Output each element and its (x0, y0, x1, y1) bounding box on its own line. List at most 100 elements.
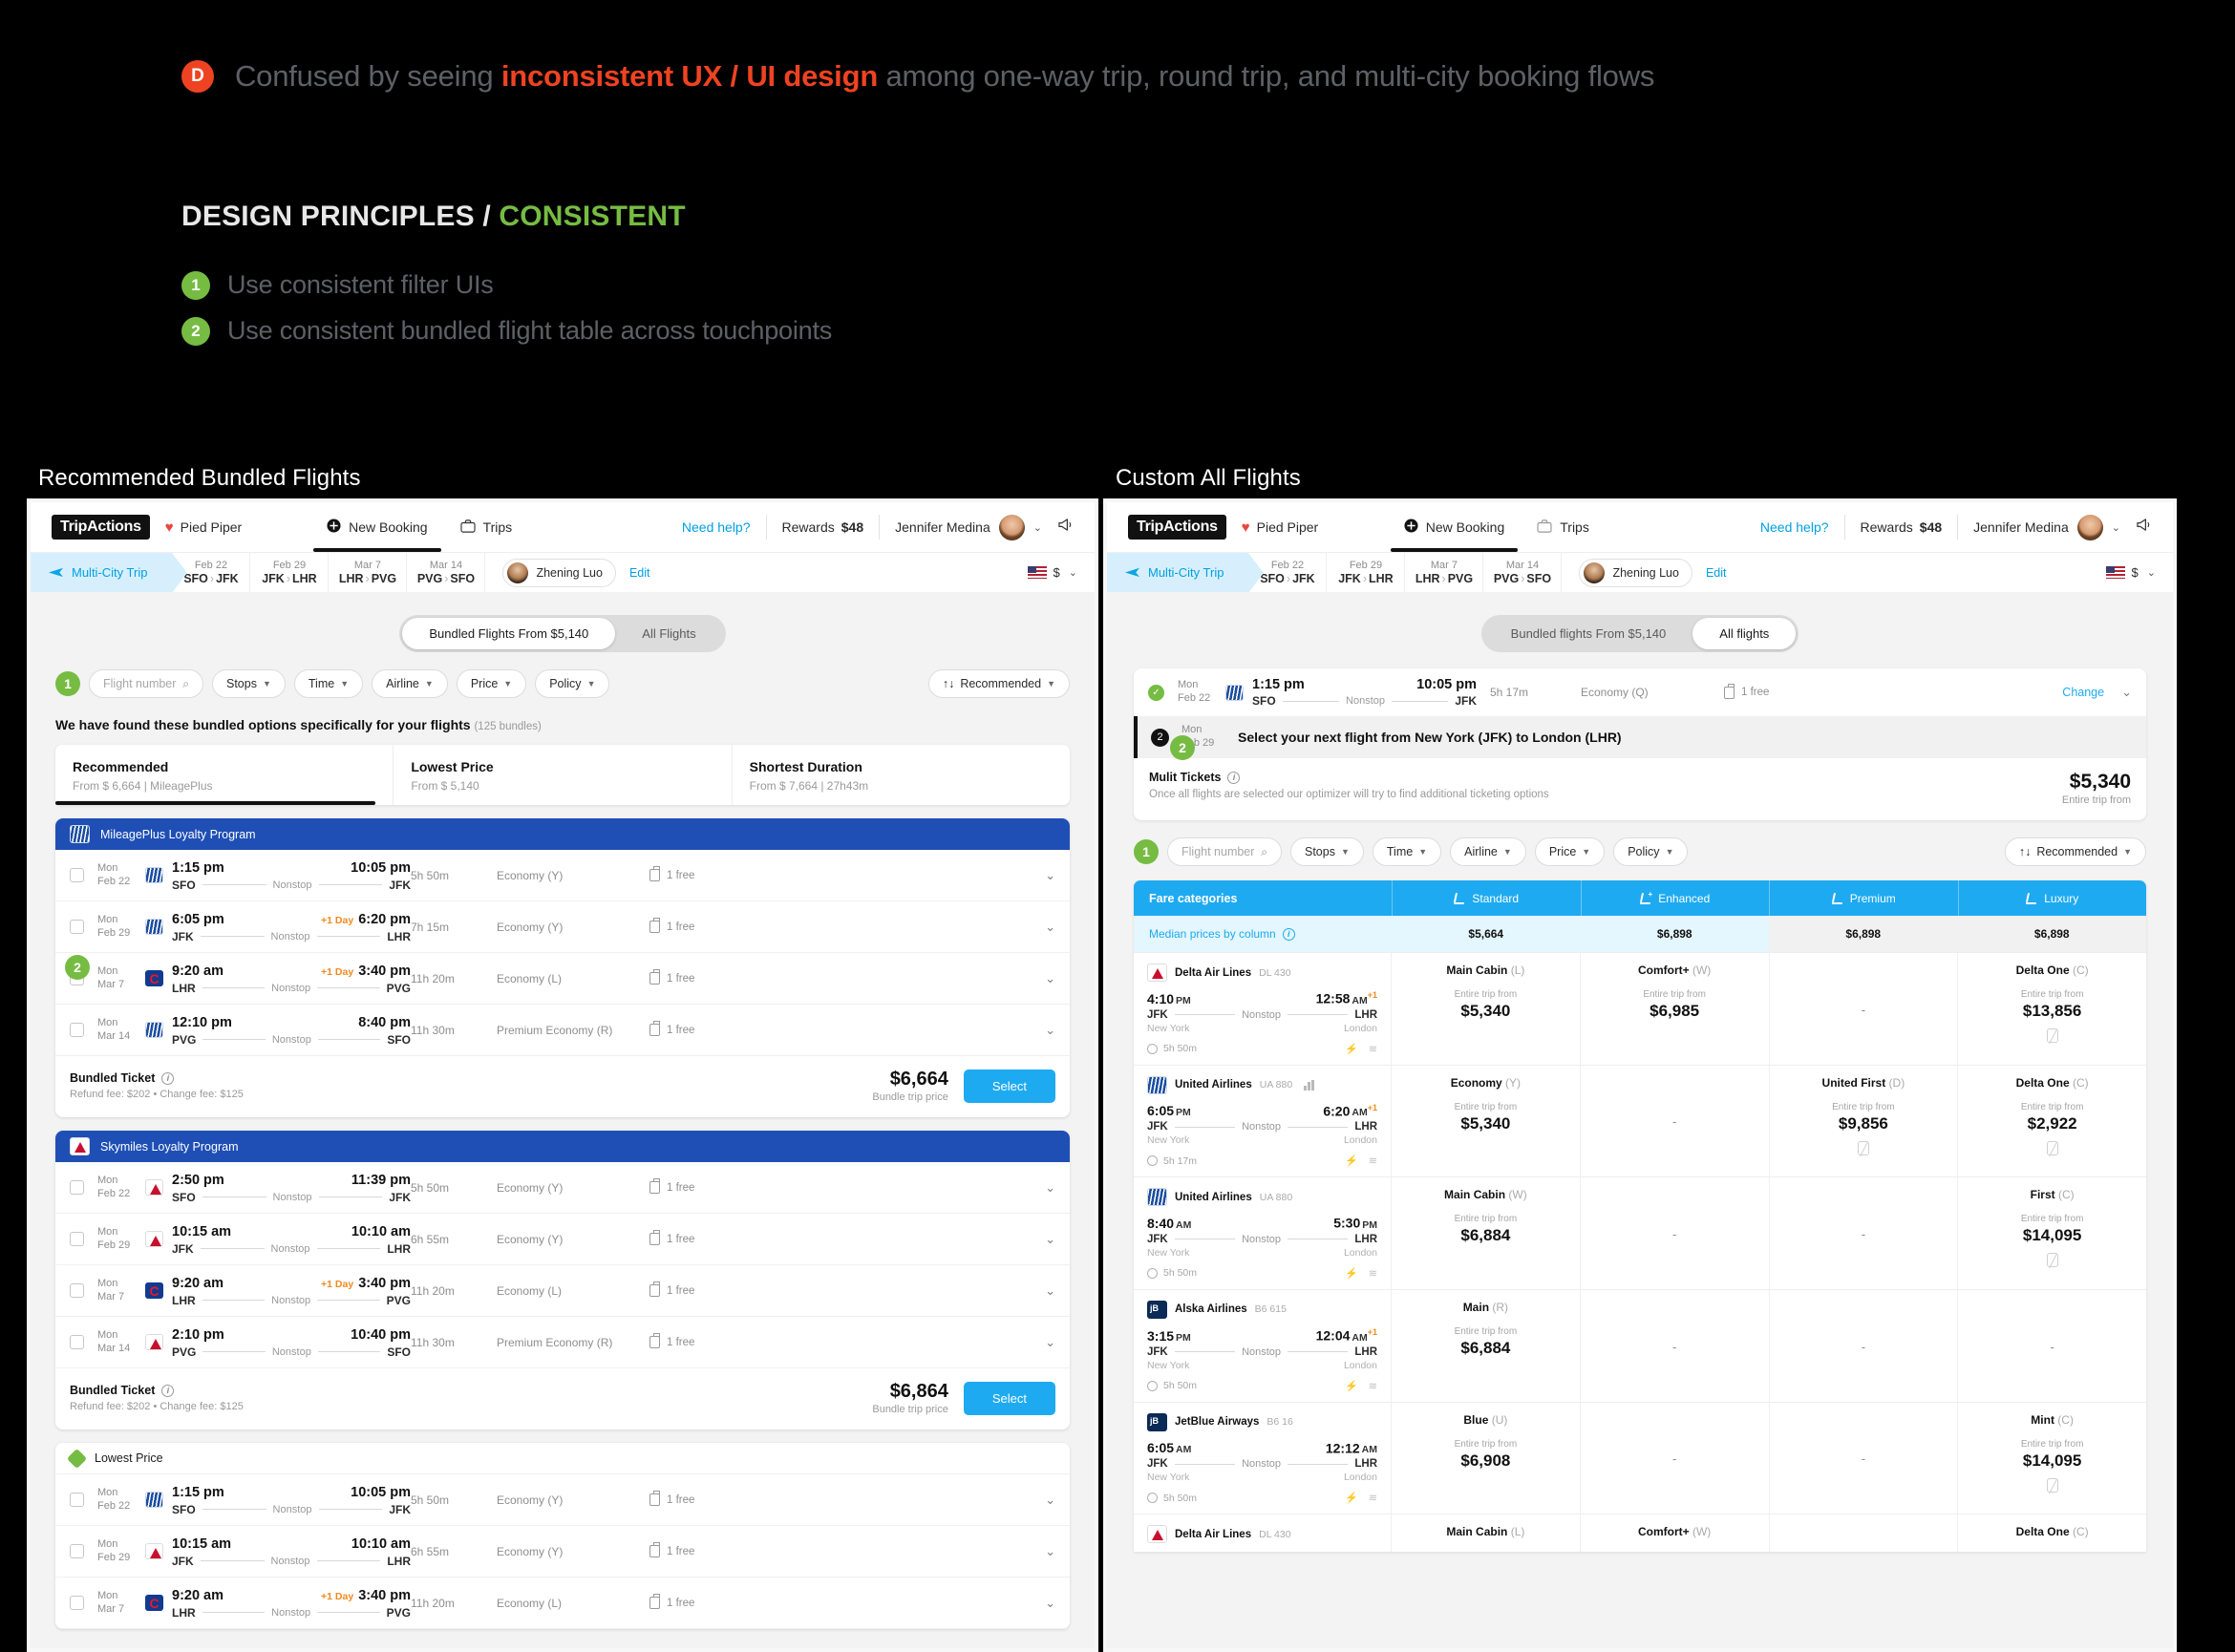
sort-dropdown-left[interactable]: ↑↓ Recommended ▼ (927, 669, 1070, 698)
flight-row[interactable]: Mon Feb 22 1:15 pm 10:05 pm SFO Nonstop JFK … (55, 1474, 1070, 1526)
fare-table-row[interactable]: Delta Air Lines DL 430 4:10 PM 12:58 AM+1 JF… (1134, 952, 2146, 1065)
flight-row-checkbox[interactable] (70, 920, 84, 934)
currency-selector[interactable]: $ ⌄ (1027, 565, 1095, 580)
expand-chevron-down-icon[interactable]: ⌄ (1045, 1544, 1055, 1559)
expand-chevron-down-icon[interactable]: ⌄ (1045, 1180, 1055, 1196)
trip-leg-2[interactable]: Feb 29 JFK › LHR (1327, 553, 1406, 592)
fare-cell[interactable]: Delta One (C) Entire trip from $2,922 (1958, 1066, 2146, 1177)
filter-airline-left[interactable]: Airline ▼ (372, 669, 448, 698)
fare-cell[interactable]: Main (R) Entire trip from $6,884 (1392, 1289, 1581, 1402)
flight-row[interactable]: Mon Feb 29 10:15 am 10:10 am JFK Nonstop LHR… (55, 1214, 1070, 1265)
edit-traveler-link[interactable]: Edit (629, 566, 650, 580)
expand-chevron-down-icon[interactable]: ⌄ (1045, 1232, 1055, 1247)
flight-row[interactable]: Mon Feb 29 6:05 pm +1 Day 6:20 pm JFK Nonsto… (55, 901, 1070, 953)
sort-dropdown-right[interactable]: ↑↓ Recommended ▼ (2004, 837, 2146, 866)
filter-price-right[interactable]: Price ▼ (1534, 837, 1606, 866)
search-input-right[interactable]: Flight number ⌕ (1167, 837, 1282, 866)
tab-bundled-flights[interactable]: Bundled flights From $5,140 (1484, 618, 1693, 649)
fare-table-row[interactable]: United Airlines UA 880 6:05 PM 6:20 AM+1 JFK… (1134, 1064, 2146, 1177)
flight-row[interactable]: MonMar 7 9:20 am +1 Day 3:40 pm LHR Nonstop… (55, 1578, 1070, 1629)
avatar[interactable] (2076, 514, 2103, 540)
filter-airline-right[interactable]: Airline ▼ (1450, 837, 1526, 866)
fare-column-luxury[interactable]: Luxury (1957, 880, 2147, 916)
flight-row[interactable]: Mon Feb 22 2:50 pm 11:39 pm SFO Nonstop JFK … (55, 1162, 1070, 1214)
fare-cell[interactable]: Comfort+ (W) (1581, 1514, 1770, 1553)
flight-row[interactable]: Mon Mar 14 2:10 pm 10:40 pm PVG Nonstop SFO … (55, 1317, 1070, 1368)
bundle-card-skymiles[interactable]: Skymiles Loyalty Program Mon Feb 22 2:50 … (55, 1131, 1070, 1430)
select-button[interactable]: Select (963, 1381, 1055, 1415)
flight-row-checkbox[interactable] (70, 1023, 84, 1037)
trip-type-tag[interactable]: Multi-City Trip (31, 553, 188, 593)
trip-leg-2[interactable]: Feb 29 JFK › LHR (250, 553, 330, 592)
trip-leg-3[interactable]: Mar 7 LHR › PVG (1405, 553, 1484, 592)
fare-table-row[interactable]: JetBlue AirwaysB6 16 6:05AM12:12AM JFKNo… (1134, 1401, 2146, 1514)
flight-row-checkbox[interactable] (70, 1596, 84, 1610)
fare-cell[interactable]: Delta One (C) (1958, 1514, 2146, 1552)
flight-row-checkbox[interactable] (70, 1335, 84, 1349)
edit-traveler-link[interactable]: Edit (1706, 566, 1727, 580)
need-help-link[interactable]: Need help? (1760, 519, 1829, 535)
flight-row-checkbox[interactable] (70, 868, 84, 882)
filter-time-right[interactable]: Time ▼ (1372, 837, 1442, 866)
expand-chevron-down-icon[interactable]: ⌄ (1045, 1335, 1055, 1350)
expand-chevron-down-icon[interactable]: ⌄ (2121, 685, 2132, 700)
change-flight-link[interactable]: Change (2062, 686, 2104, 699)
tab-all-flights[interactable]: All flights (1692, 618, 1797, 649)
bundle-card-lowest-price[interactable]: Lowest Price Mon Feb 22 1:15 pm 10:05 pm S… (55, 1443, 1070, 1629)
tab-all-flights[interactable]: All Flights (615, 618, 722, 649)
search-input-left[interactable]: Flight number ⌕ (89, 669, 203, 698)
tripactions-logo[interactable]: TripActions (52, 515, 150, 540)
nav-new-booking[interactable]: New Booking (313, 502, 441, 552)
fare-cell[interactable]: Delta One (C) Entire trip from $13,856 (1958, 953, 2146, 1065)
trip-leg-3[interactable]: Mar 7 LHR › PVG (329, 553, 408, 592)
nav-trips[interactable]: Trips (460, 502, 512, 552)
avatar[interactable] (998, 514, 1025, 540)
flight-row-checkbox[interactable] (70, 1180, 84, 1195)
nav-new-booking[interactable]: New Booking (1390, 502, 1518, 552)
filter-time-left[interactable]: Time ▼ (293, 669, 364, 698)
filter-price-left[interactable]: Price ▼ (456, 669, 527, 698)
fare-cell[interactable]: First (C) Entire trip from $14,095 (1958, 1177, 2146, 1289)
flight-row-checkbox[interactable] (70, 1283, 84, 1298)
traveler-chip[interactable]: Zhening Luo (1579, 558, 1692, 587)
fare-cell[interactable]: Blue (U) Entire trip from $6,908 (1392, 1402, 1581, 1514)
fare-table-row[interactable]: United Airlines UA 880 8:40 AM 5:30 PM JFK No… (1134, 1176, 2146, 1289)
expand-chevron-down-icon[interactable]: ⌄ (1045, 868, 1055, 883)
sort-option-shortest-duration[interactable]: Shortest Duration From $ 7,664 | 27h43m (731, 745, 1070, 805)
filter-policy-right[interactable]: Policy ▼ (1613, 837, 1689, 866)
flight-row[interactable]: MonMar 7 9:20 am +1 Day 3:40 pm LHR Nonstop… (55, 1265, 1070, 1317)
fare-cell[interactable]: Main Cabin (L) (1392, 1514, 1581, 1553)
fare-table-row[interactable]: Delta Air Lines DL 430 Main Cabin (L) Com… (1134, 1514, 2146, 1553)
fare-table-row[interactable]: Alska Airlines B6 615 3:15PM 12:04AM+1 JFK… (1134, 1288, 2146, 1402)
info-icon[interactable]: i (1282, 927, 1295, 941)
expand-chevron-down-icon[interactable]: ⌄ (1045, 1596, 1055, 1611)
bundle-card-mileageplus[interactable]: MileagePlus Loyalty Program Mon Feb 22 1:… (55, 818, 1070, 1117)
flight-row-checkbox[interactable] (70, 1493, 84, 1507)
filter-stops-left[interactable]: Stops ▼ (212, 669, 286, 698)
info-icon[interactable]: i (161, 1071, 175, 1085)
fare-cell[interactable]: Comfort+ (W) Entire trip from $6,985 (1581, 953, 1770, 1065)
flight-row[interactable]: Mon Feb 29 10:15 am 10:10 am JFK Nonstop LHR… (55, 1526, 1070, 1578)
fare-cell[interactable]: Main Cabin (L) Entire trip from $5,340 (1392, 953, 1581, 1065)
filter-policy-left[interactable]: Policy ▼ (535, 669, 610, 698)
expand-chevron-down-icon[interactable]: ⌄ (1045, 1023, 1055, 1038)
need-help-link[interactable]: Need help? (682, 519, 751, 535)
trip-type-tag[interactable]: Multi-City Trip (1107, 553, 1265, 593)
info-icon[interactable]: i (161, 1384, 175, 1397)
flight-row-checkbox[interactable] (70, 1232, 84, 1246)
fare-column-standard[interactable]: Standard (1392, 880, 1581, 916)
sort-option-recommended[interactable]: Recommended From $ 6,664 | MileagePlus (55, 745, 393, 805)
trip-leg-4[interactable]: Mar 14 PVG › SFO (1483, 553, 1563, 592)
select-button[interactable]: Select (963, 1069, 1055, 1103)
expand-chevron-down-icon[interactable]: ⌄ (1045, 1493, 1055, 1508)
selected-flight-row[interactable]: ✓ Mon Feb 22 1:15 pm 10:05 pm SFO Nonstop JF… (1134, 668, 2146, 716)
tab-bundled-flights[interactable]: Bundled Flights From $5,140 (402, 618, 616, 649)
trip-leg-4[interactable]: Mar 14 PVG › SFO (407, 553, 486, 592)
flight-row[interactable]: MonMar 7 9:20 am +1 Day 3:40 pm LHR Nonstop… (55, 953, 1070, 1005)
fare-cell[interactable]: Main Cabin (W) Entire trip from $6,884 (1392, 1177, 1581, 1289)
filter-stops-right[interactable]: Stops ▼ (1290, 837, 1364, 866)
expand-chevron-down-icon[interactable]: ⌄ (1045, 971, 1055, 986)
fare-column-enhanced[interactable]: + Enhanced (1580, 880, 1770, 916)
traveler-chip[interactable]: Zhening Luo (502, 558, 616, 587)
fare-cell[interactable]: United First (D) Entire trip from $9,856 (1770, 1065, 1959, 1177)
